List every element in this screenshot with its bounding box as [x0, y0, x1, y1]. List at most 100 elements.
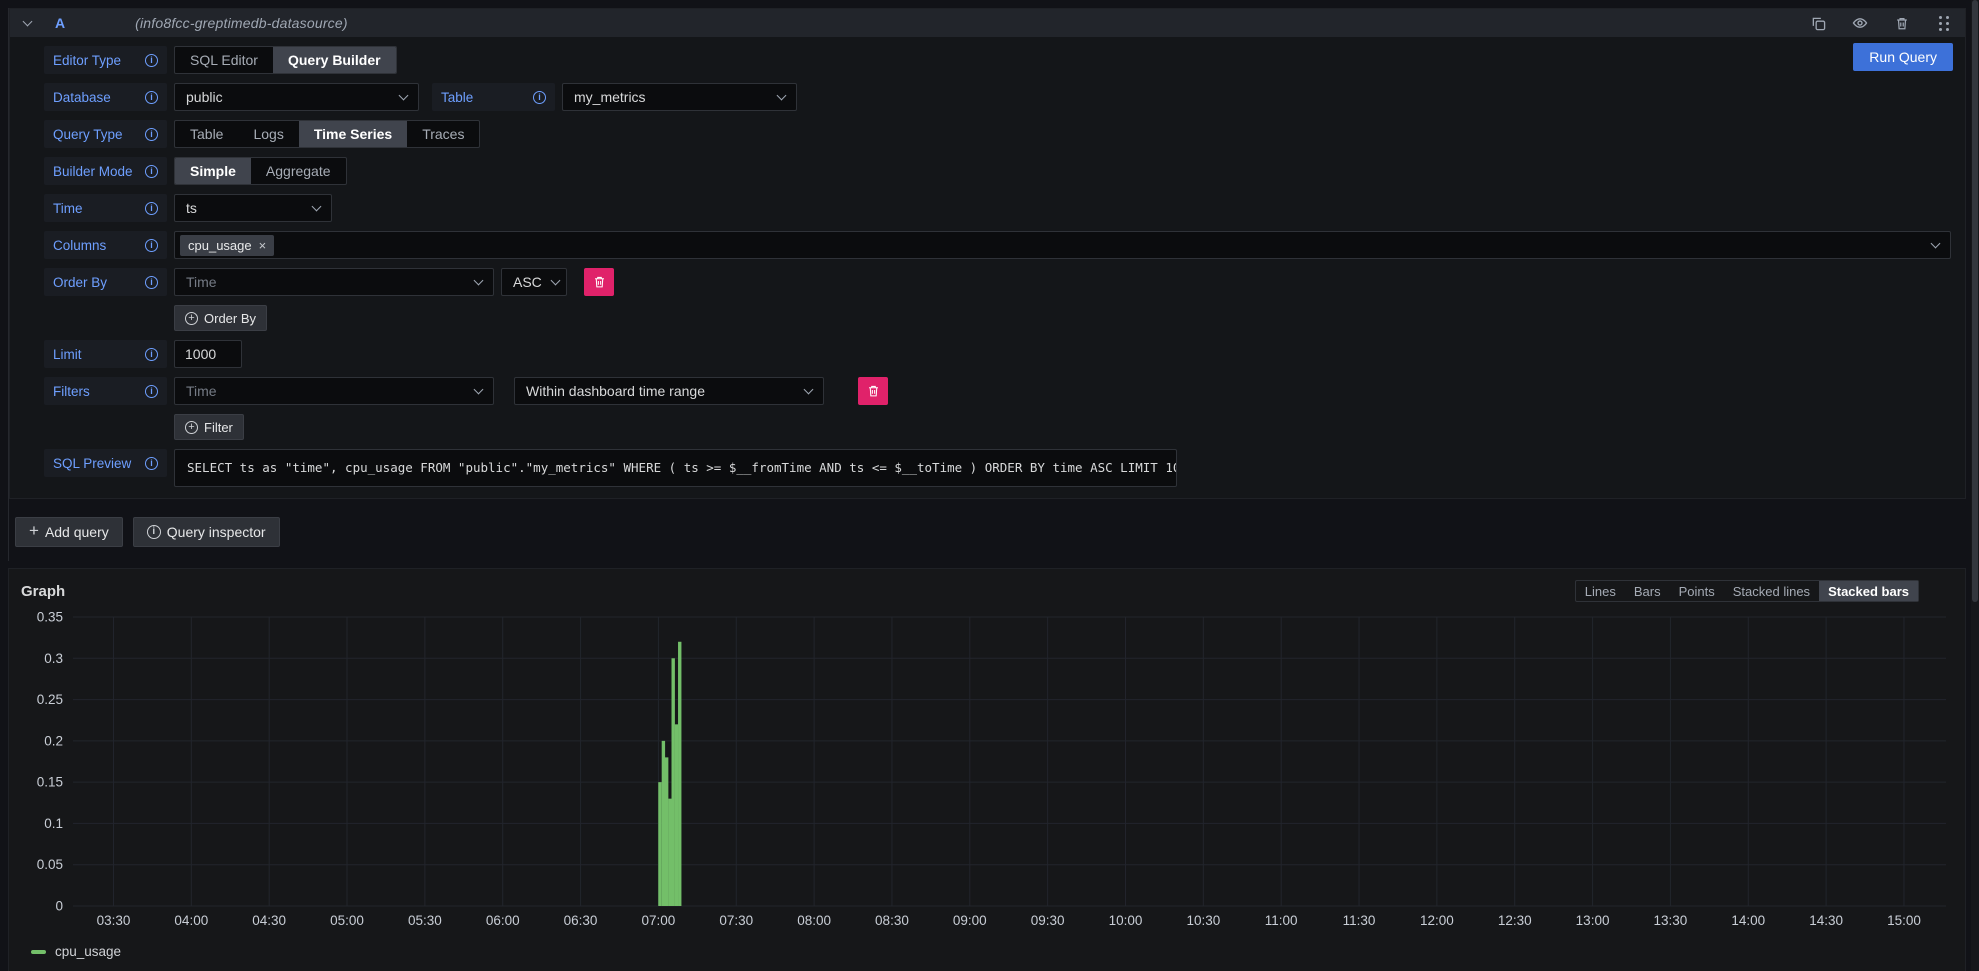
- editor-type-query-builder[interactable]: Query Builder: [273, 47, 396, 73]
- filters-label: Filters i: [44, 377, 167, 405]
- query-inspector-button[interactable]: i Query inspector: [133, 517, 280, 547]
- time-label: Time i: [44, 194, 167, 222]
- svg-text:10:30: 10:30: [1186, 913, 1220, 928]
- info-icon[interactable]: i: [145, 348, 158, 361]
- order-by-field-select[interactable]: Time: [174, 268, 494, 296]
- column-chip: cpu_usage ×: [180, 235, 274, 256]
- run-query-button[interactable]: Run Query: [1853, 43, 1953, 71]
- chevron-down-icon[interactable]: [23, 16, 33, 26]
- info-icon[interactable]: i: [145, 239, 158, 252]
- query-type-logs[interactable]: Logs: [238, 121, 298, 147]
- bar-07:07[interactable]: [675, 724, 678, 906]
- remove-chip-icon[interactable]: ×: [259, 238, 267, 253]
- trash-icon[interactable]: [1893, 14, 1911, 32]
- info-icon[interactable]: i: [145, 385, 158, 398]
- queries-section: A (info8fcc-greptimedb-datasource) Run Q…: [8, 8, 1966, 561]
- bar-07:06[interactable]: [672, 658, 675, 906]
- query-row-a: A (info8fcc-greptimedb-datasource) Run Q…: [9, 8, 1966, 499]
- query-type-table[interactable]: Table: [175, 121, 238, 147]
- graph-mode-tab[interactable]: Bars: [1625, 581, 1670, 601]
- queries-footer: + Add query i Query inspector: [9, 499, 1966, 561]
- chart-legend[interactable]: cpu_usage: [31, 944, 1959, 959]
- query-type-row: Query Type i Table Logs Time Series Trac…: [44, 120, 1951, 148]
- svg-text:0.35: 0.35: [37, 610, 63, 625]
- graph-mode-tab[interactable]: Stacked bars: [1819, 581, 1918, 601]
- svg-text:12:00: 12:00: [1420, 913, 1454, 928]
- graph-panel: Graph LinesBarsPointsStacked linesStacke…: [8, 568, 1966, 971]
- info-icon[interactable]: i: [145, 165, 158, 178]
- query-ref-id: A: [55, 15, 65, 31]
- svg-text:0.1: 0.1: [44, 816, 63, 831]
- legend-series-label: cpu_usage: [55, 944, 121, 959]
- query-type-traces[interactable]: Traces: [407, 121, 479, 147]
- query-row-header[interactable]: A (info8fcc-greptimedb-datasource): [10, 9, 1965, 37]
- svg-text:08:00: 08:00: [797, 913, 831, 928]
- time-series-chart[interactable]: 03:3004:0004:3005:0005:3006:0006:3007:00…: [21, 603, 1959, 937]
- eye-icon[interactable]: [1851, 14, 1869, 32]
- bar-07:02[interactable]: [662, 741, 665, 906]
- limit-input[interactable]: [174, 340, 242, 368]
- limit-label: Limit i: [44, 340, 167, 368]
- bar-07:03[interactable]: [665, 757, 668, 906]
- trash-icon: [593, 275, 606, 289]
- chevron-down-icon: [474, 384, 484, 394]
- svg-text:11:30: 11:30: [1343, 913, 1376, 928]
- builder-mode-simple[interactable]: Simple: [175, 158, 251, 184]
- info-icon[interactable]: i: [145, 457, 158, 470]
- svg-text:07:00: 07:00: [642, 913, 676, 928]
- columns-multiselect[interactable]: cpu_usage ×: [174, 231, 1951, 259]
- bar-07:04[interactable]: [668, 799, 671, 906]
- graph-mode-tab[interactable]: Points: [1670, 581, 1724, 601]
- order-by-label: Order By i: [44, 268, 167, 296]
- chevron-down-icon: [777, 90, 787, 100]
- graph-mode-tab[interactable]: Stacked lines: [1724, 581, 1819, 601]
- chevron-down-icon: [399, 90, 409, 100]
- filter-condition-select[interactable]: Within dashboard time range: [514, 377, 824, 405]
- editor-type-group: SQL Editor Query Builder: [174, 46, 397, 74]
- bar-07:08[interactable]: [678, 642, 681, 906]
- chevron-down-icon: [804, 384, 814, 394]
- filters-row: Filters i Time Within dashboard time ran…: [44, 377, 1951, 405]
- filter-field-select[interactable]: Time: [174, 377, 494, 405]
- builder-mode-aggregate[interactable]: Aggregate: [251, 158, 346, 184]
- svg-text:05:30: 05:30: [408, 913, 442, 928]
- svg-text:09:30: 09:30: [1031, 913, 1065, 928]
- graph-mode-tabs: LinesBarsPointsStacked linesStacked bars: [1575, 580, 1919, 602]
- svg-text:0.2: 0.2: [44, 733, 63, 748]
- svg-text:10:00: 10:00: [1109, 913, 1143, 928]
- info-icon[interactable]: i: [145, 54, 158, 67]
- page-scrollbar[interactable]: [1971, 0, 1979, 971]
- svg-text:0.15: 0.15: [37, 775, 63, 790]
- datasource-name: (info8fcc-greptimedb-datasource): [135, 15, 348, 31]
- svg-text:09:00: 09:00: [953, 913, 987, 928]
- info-icon[interactable]: i: [145, 276, 158, 289]
- svg-text:08:30: 08:30: [875, 913, 909, 928]
- add-order-by-button[interactable]: + Order By: [174, 305, 267, 331]
- bar-07:00[interactable]: [658, 782, 661, 906]
- trash-icon: [867, 384, 880, 398]
- plus-circle-icon: +: [185, 312, 198, 325]
- database-select[interactable]: public: [174, 83, 419, 111]
- remove-order-by-button[interactable]: [584, 268, 614, 296]
- graph-mode-tab[interactable]: Lines: [1576, 581, 1625, 601]
- copy-icon[interactable]: [1809, 14, 1827, 32]
- table-select[interactable]: my_metrics: [562, 83, 797, 111]
- add-filter-button[interactable]: + Filter: [174, 414, 244, 440]
- query-type-time-series[interactable]: Time Series: [299, 121, 407, 147]
- order-by-direction-select[interactable]: ASC: [501, 268, 567, 296]
- info-icon[interactable]: i: [533, 91, 546, 104]
- scrollbar-thumb[interactable]: [1972, 0, 1978, 602]
- drag-handle-icon[interactable]: [1935, 14, 1953, 32]
- svg-text:0.25: 0.25: [37, 692, 63, 707]
- svg-text:15:00: 15:00: [1887, 913, 1921, 928]
- time-select[interactable]: ts: [174, 194, 332, 222]
- editor-type-sql-editor[interactable]: SQL Editor: [175, 47, 273, 73]
- remove-filter-button[interactable]: [858, 377, 888, 405]
- legend-color-swatch: [31, 950, 46, 954]
- add-query-button[interactable]: + Add query: [15, 517, 123, 547]
- sql-preview-row: SQL Preview i SELECT ts as "time", cpu_u…: [44, 449, 1951, 487]
- info-icon[interactable]: i: [145, 91, 158, 104]
- builder-mode-row: Builder Mode i Simple Aggregate: [44, 157, 1951, 185]
- info-icon[interactable]: i: [145, 128, 158, 141]
- info-icon[interactable]: i: [145, 202, 158, 215]
